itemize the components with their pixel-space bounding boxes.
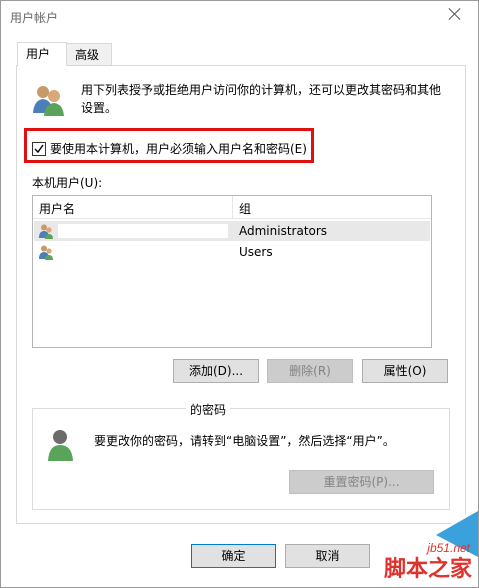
row-group: Users bbox=[239, 245, 273, 259]
row-username bbox=[58, 224, 228, 238]
users-icon bbox=[31, 83, 65, 120]
checkmark-icon bbox=[34, 144, 44, 154]
password-description: 要更改你的密码，请转到“电脑设置”，然后选择“用户”。 bbox=[94, 434, 395, 448]
add-button[interactable]: 添加(D)... bbox=[173, 359, 259, 383]
password-group-title: 的密码 bbox=[186, 401, 231, 418]
column-separator[interactable] bbox=[232, 196, 233, 218]
ok-button[interactable]: 确定 bbox=[191, 544, 276, 568]
local-users-list[interactable]: 用户名 组 Administrators Users bbox=[32, 195, 432, 348]
remove-button[interactable]: 删除(R) bbox=[267, 359, 353, 383]
user-accounts-window: 用户帐户 用户 高级 用下列表授予或拒绝用户访问你的计算机，还可以更改其密码和其… bbox=[0, 0, 479, 588]
reset-password-button[interactable]: 重置密码(P)... bbox=[289, 470, 434, 494]
user-icon bbox=[38, 223, 54, 242]
user-icon bbox=[38, 244, 54, 263]
column-username[interactable]: 用户名 bbox=[39, 200, 75, 217]
watermark: jb51.net 脚本之家 bbox=[328, 507, 478, 587]
table-row[interactable]: Users bbox=[34, 242, 430, 262]
row-username bbox=[58, 245, 228, 259]
list-header: 用户名 组 bbox=[33, 196, 431, 219]
close-icon[interactable] bbox=[446, 5, 464, 23]
table-row[interactable]: Administrators bbox=[34, 221, 430, 241]
window-title: 用户帐户 bbox=[10, 11, 59, 25]
local-users-label: 本机用户(U): bbox=[32, 176, 103, 190]
description-text: 用下列表授予或拒绝用户访问你的计算机，还可以更改其密码和其他设置。 bbox=[81, 83, 442, 115]
user-icon bbox=[45, 428, 79, 465]
tab-advanced[interactable]: 高级 bbox=[66, 43, 112, 66]
row-group: Administrators bbox=[239, 224, 328, 238]
require-login-checkbox[interactable] bbox=[32, 142, 46, 156]
column-group[interactable]: 组 bbox=[239, 200, 251, 217]
password-group bbox=[32, 408, 450, 510]
require-login-label[interactable]: 要使用本计算机，用户必须输入用户名和密码(E) bbox=[50, 140, 307, 157]
properties-button[interactable]: 属性(O) bbox=[362, 359, 448, 383]
watermark-name: 脚本之家 bbox=[383, 557, 472, 582]
tab-users[interactable]: 用户 bbox=[17, 42, 67, 66]
